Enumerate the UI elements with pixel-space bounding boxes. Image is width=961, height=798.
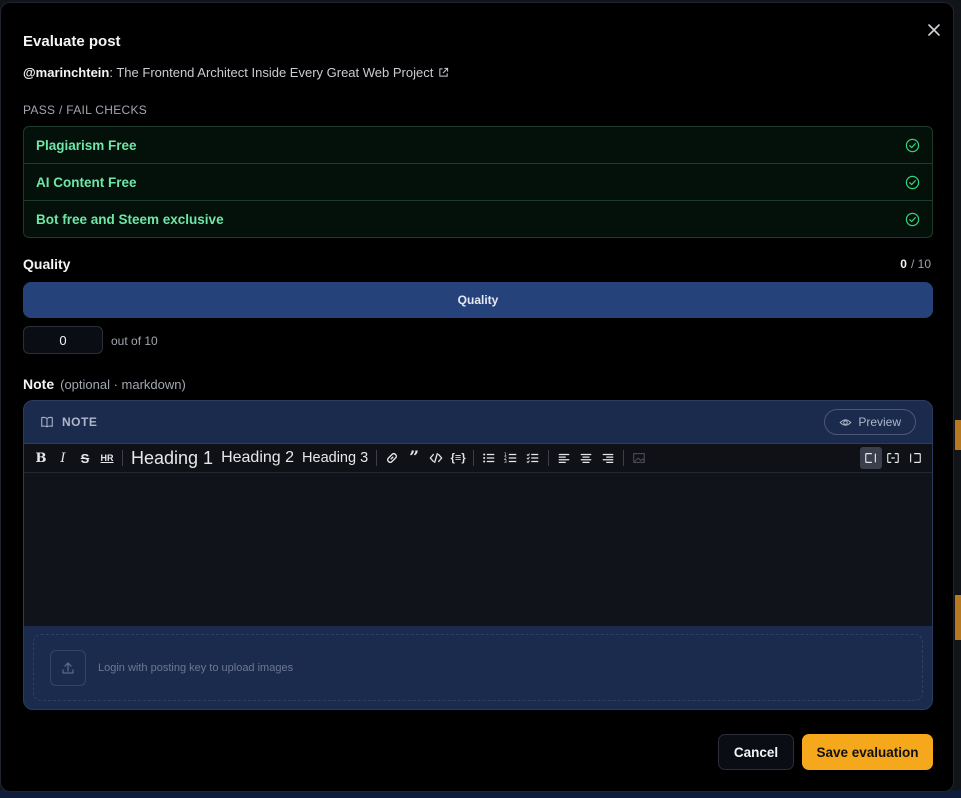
- check-circle-icon: [905, 212, 920, 227]
- checks-section-label: PASS / FAIL CHECKS: [23, 103, 148, 117]
- quality-slider[interactable]: Quality: [23, 282, 933, 318]
- svg-text:3: 3: [504, 459, 507, 465]
- preview-only-mode-button[interactable]: [904, 447, 926, 469]
- code-icon: [429, 452, 443, 464]
- view-mode-group: [860, 447, 926, 469]
- heading-2-button[interactable]: Heading 2: [217, 447, 298, 469]
- checklist-icon: [526, 453, 539, 464]
- upload-text: Login with posting key to upload images: [98, 661, 294, 674]
- dialog-title: Evaluate post: [23, 33, 121, 50]
- markdown-editor: NOTE Preview B I S HR Heading 1 Heading …: [23, 400, 933, 710]
- heading-1-button[interactable]: Heading 1: [127, 447, 217, 469]
- preview-mode-icon: [910, 453, 921, 463]
- strikethrough-button[interactable]: S: [74, 447, 96, 469]
- save-evaluation-button[interactable]: Save evaluation: [802, 734, 933, 770]
- image-button: [628, 447, 650, 469]
- toolbar-separator: [623, 450, 625, 466]
- cancel-button[interactable]: Cancel: [718, 734, 794, 770]
- split-mode-button[interactable]: [882, 447, 904, 469]
- link-icon: [387, 452, 398, 464]
- align-left-button[interactable]: [553, 447, 575, 469]
- quality-score-max: / 10: [910, 257, 931, 271]
- note-hint: (optional · markdown): [60, 377, 186, 392]
- align-left-icon: [558, 453, 570, 463]
- editor-header: NOTE Preview: [24, 401, 932, 444]
- note-textarea[interactable]: [24, 473, 932, 626]
- heading-3-button[interactable]: Heading 3: [298, 447, 372, 469]
- quality-input[interactable]: [23, 326, 103, 354]
- check-item: Bot free and Steem exclusive: [24, 201, 932, 237]
- upload-icon: [50, 649, 86, 686]
- horizontal-rule-button[interactable]: HR: [96, 447, 118, 469]
- align-right-button[interactable]: [597, 447, 619, 469]
- align-right-icon: [602, 453, 614, 463]
- numbered-list-button[interactable]: 123: [500, 447, 522, 469]
- align-center-icon: [580, 453, 592, 463]
- code-block-button[interactable]: {≡}: [447, 447, 469, 469]
- check-label: Bot free and Steem exclusive: [36, 212, 224, 227]
- check-item: AI Content Free: [24, 164, 932, 201]
- split-mode-icon: [887, 453, 899, 463]
- bullet-list-icon: [483, 453, 495, 463]
- bold-button[interactable]: B: [30, 447, 52, 469]
- background-accent: [955, 420, 961, 450]
- link-button[interactable]: [381, 447, 403, 469]
- image-icon: [633, 453, 645, 463]
- post-reference: @marinchtein : The Frontend Architect In…: [23, 65, 449, 80]
- editor-header-title: NOTE: [40, 415, 97, 429]
- editor-header-label: NOTE: [62, 415, 98, 429]
- evaluate-dialog: Evaluate post @marinchtein : The Fronten…: [0, 2, 954, 792]
- toolbar-separator: [376, 450, 378, 466]
- code-button[interactable]: [425, 447, 447, 469]
- bullet-list-button[interactable]: [478, 447, 500, 469]
- post-author[interactable]: @marinchtein: [23, 65, 109, 80]
- check-item: Plagiarism Free: [24, 127, 932, 164]
- post-title[interactable]: : The Frontend Architect Inside Every Gr…: [109, 65, 433, 80]
- quality-score: 0/ 10: [900, 257, 931, 271]
- background-accent: [955, 595, 961, 640]
- preview-label: Preview: [858, 415, 901, 429]
- editor-mode-icon: [865, 453, 876, 463]
- quality-label: Quality: [23, 256, 71, 272]
- check-label: AI Content Free: [36, 174, 137, 190]
- toolbar-separator: [548, 450, 550, 466]
- external-link-icon[interactable]: [438, 67, 449, 78]
- quote-button[interactable]: ”: [403, 447, 425, 469]
- quality-out-of: out of 10: [111, 334, 158, 348]
- close-icon[interactable]: [925, 21, 943, 39]
- toolbar-separator: [122, 450, 123, 466]
- note-title: Note: [23, 376, 55, 392]
- note-label: Note (optional · markdown): [23, 376, 186, 392]
- toolbar-separator: [473, 450, 475, 466]
- numbered-list-icon: 123: [504, 452, 517, 465]
- editor-only-mode-button[interactable]: [860, 447, 882, 469]
- image-upload-zone[interactable]: Login with posting key to upload images: [33, 634, 923, 701]
- checks-list: Plagiarism Free AI Content Free Bot free…: [23, 126, 933, 238]
- check-label: Plagiarism Free: [36, 137, 137, 153]
- quality-score-value: 0: [900, 257, 907, 271]
- eye-icon: [839, 418, 852, 426]
- preview-button[interactable]: Preview: [824, 409, 916, 435]
- check-circle-icon: [905, 175, 920, 189]
- quality-slider-label: Quality: [457, 293, 499, 307]
- editor-toolbar: B I S HR Heading 1 Heading 2 Heading 3 ”…: [24, 444, 932, 473]
- checklist-button[interactable]: [522, 447, 544, 469]
- book-icon: [41, 416, 53, 428]
- check-circle-icon: [905, 138, 920, 152]
- align-center-button[interactable]: [575, 447, 597, 469]
- italic-button[interactable]: I: [52, 447, 74, 469]
